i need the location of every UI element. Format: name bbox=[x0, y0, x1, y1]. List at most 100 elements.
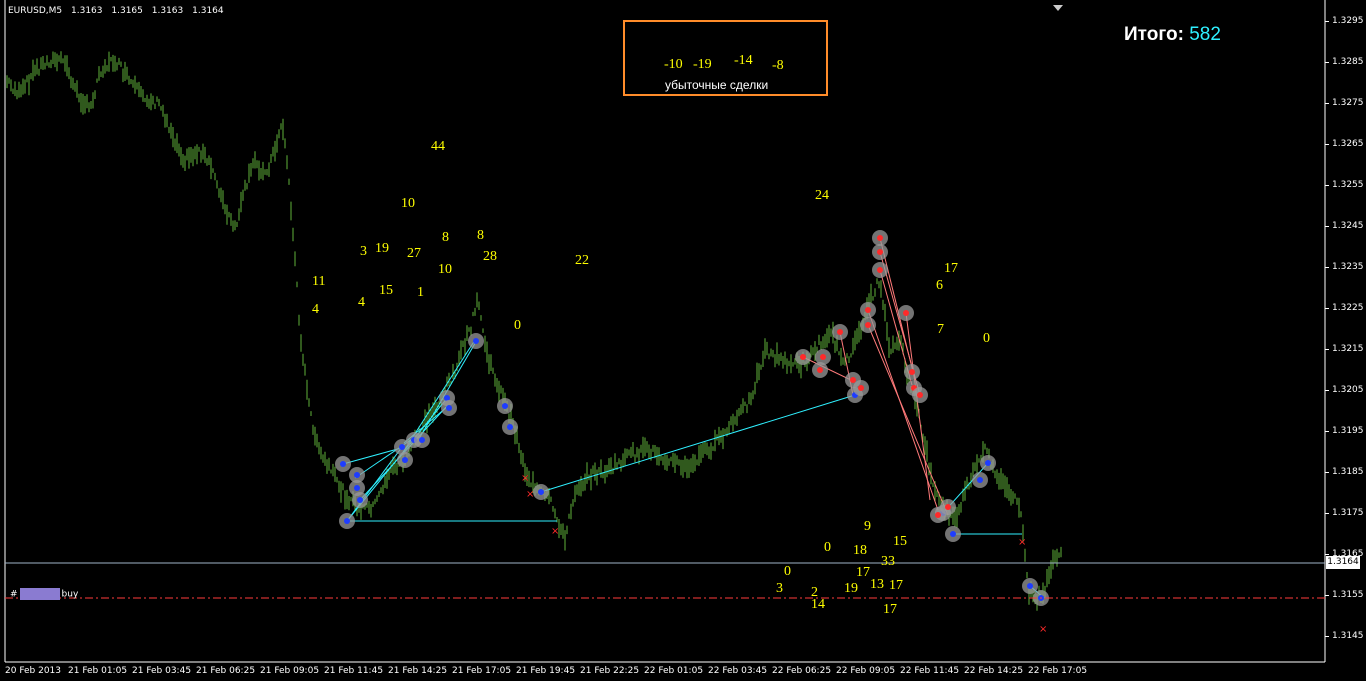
trade-marker-dot bbox=[507, 424, 513, 430]
price-tick-mark bbox=[1325, 636, 1329, 637]
trade-marker-dot bbox=[877, 249, 883, 255]
profit-label: 1 bbox=[417, 285, 424, 300]
profit-label: 22 bbox=[575, 253, 589, 268]
price-tick: 1.3175 bbox=[1332, 508, 1364, 518]
time-tick: 21 Feb 01:05 bbox=[68, 666, 128, 676]
trade-marker-dot bbox=[419, 437, 425, 443]
order-label[interactable]: # buy bbox=[10, 588, 78, 601]
time-tick: 21 Feb 14:25 bbox=[388, 666, 448, 676]
time-tick: 21 Feb 17:05 bbox=[452, 666, 512, 676]
profit-label: 11 bbox=[312, 274, 326, 289]
trade-marker-dot bbox=[865, 307, 871, 313]
profit-label: 0 bbox=[514, 318, 521, 333]
price-tick: 1.3235 bbox=[1332, 262, 1364, 272]
profit-label: 7 bbox=[937, 322, 944, 337]
price-tick: 1.3155 bbox=[1332, 590, 1364, 600]
trade-marker-dot bbox=[877, 235, 883, 241]
order-type: buy bbox=[61, 589, 79, 600]
time-tick: 21 Feb 19:45 bbox=[516, 666, 576, 676]
price-tick-mark bbox=[1325, 472, 1329, 473]
trade-marker-dot bbox=[1027, 583, 1033, 589]
loss-value-4: -8 bbox=[772, 58, 784, 73]
profit-label: 33 bbox=[881, 554, 895, 569]
trade-marker-dot bbox=[877, 267, 883, 273]
total-readout: Итого: 582 bbox=[1124, 24, 1221, 46]
price-tick-mark bbox=[1325, 144, 1329, 145]
open-price: 1.3163 bbox=[71, 6, 103, 16]
trade-marker-dot bbox=[354, 485, 360, 491]
close-mark-icon: × bbox=[1039, 624, 1047, 635]
price-tick: 1.3205 bbox=[1332, 385, 1364, 395]
trade-marker-dot bbox=[985, 460, 991, 466]
trade-marker-dot bbox=[837, 329, 843, 335]
trade-marker-dot bbox=[354, 472, 360, 478]
trade-marker-dot bbox=[402, 457, 408, 463]
trade-marker-dot bbox=[344, 518, 350, 524]
price-tick: 1.3265 bbox=[1332, 139, 1364, 149]
trade-marker-dot bbox=[357, 497, 363, 503]
trade-marker-dot bbox=[935, 512, 941, 518]
price-tick-mark bbox=[1325, 103, 1329, 104]
profit-label: 10 bbox=[438, 262, 452, 277]
trade-marker-dot bbox=[800, 354, 806, 360]
price-tick-mark bbox=[1325, 513, 1329, 514]
trade-marker-dot bbox=[858, 385, 864, 391]
profit-label: 0 bbox=[824, 540, 831, 555]
profit-label: 3 bbox=[360, 244, 367, 259]
trade-marker-dot bbox=[399, 444, 405, 450]
order-ticket-block bbox=[19, 588, 60, 600]
close-mark-icon: × bbox=[1018, 537, 1026, 548]
profit-label: 0 bbox=[784, 564, 791, 579]
profit-label: 19 bbox=[844, 581, 858, 596]
close-mark-icon: × bbox=[526, 489, 534, 500]
price-tick-mark bbox=[1325, 595, 1329, 596]
price-tick-mark bbox=[1325, 554, 1329, 555]
trade-marker-dot bbox=[945, 504, 951, 510]
time-tick: 21 Feb 06:25 bbox=[196, 666, 256, 676]
trade-marker-dot bbox=[502, 403, 508, 409]
profit-label: 4 bbox=[312, 302, 319, 317]
profit-label: 15 bbox=[893, 534, 907, 549]
price-tick-mark bbox=[1325, 431, 1329, 432]
profit-label: 19 bbox=[375, 241, 389, 256]
trade-marker-dot bbox=[865, 322, 871, 328]
trade-marker-dot bbox=[977, 477, 983, 483]
chart-shift-triangle-icon[interactable] bbox=[1053, 5, 1063, 11]
high-price: 1.3165 bbox=[111, 6, 143, 16]
price-tick: 1.3145 bbox=[1332, 631, 1364, 641]
price-tick-mark bbox=[1325, 390, 1329, 391]
loss-value-2: -19 bbox=[693, 57, 712, 72]
trade-marker-dot bbox=[950, 531, 956, 537]
price-tick-mark bbox=[1325, 308, 1329, 309]
losing-trades-label: убыточные сделки bbox=[665, 78, 769, 92]
current-price-box: 1.3164 bbox=[1326, 556, 1360, 569]
price-tick: 1.3295 bbox=[1332, 16, 1364, 26]
price-tick-mark bbox=[1325, 226, 1329, 227]
trade-marker-dot bbox=[850, 377, 856, 383]
time-tick: 22 Feb 03:45 bbox=[708, 666, 768, 676]
loss-value-3: -14 bbox=[734, 53, 753, 68]
profit-label: 15 bbox=[379, 283, 393, 298]
order-prefix: # bbox=[10, 589, 18, 600]
trade-marker-dot bbox=[473, 338, 479, 344]
profit-label: 17 bbox=[856, 565, 870, 580]
trade-marker-dot bbox=[903, 310, 909, 316]
losing-trades-box: -10 -19 -14 -8 убыточные сделки bbox=[623, 20, 828, 96]
close-mark-icon: × bbox=[521, 473, 529, 484]
profit-label: 10 bbox=[401, 196, 415, 211]
time-tick: 22 Feb 09:05 bbox=[836, 666, 896, 676]
profit-label: 14 bbox=[811, 597, 825, 612]
trade-marker-dot bbox=[917, 392, 923, 398]
price-chart[interactable]: × × × × × bbox=[0, 0, 1366, 681]
price-tick: 1.3255 bbox=[1332, 180, 1364, 190]
price-tick: 1.3285 bbox=[1332, 57, 1364, 67]
profit-label: 17 bbox=[889, 578, 903, 593]
price-tick-mark bbox=[1325, 267, 1329, 268]
close-mark-icon: × bbox=[551, 526, 559, 537]
profit-label: 3 bbox=[776, 581, 783, 596]
price-tick-mark bbox=[1325, 349, 1329, 350]
low-price: 1.3163 bbox=[151, 6, 184, 16]
time-tick: 20 Feb 2013 bbox=[5, 666, 62, 676]
price-tick-mark bbox=[1325, 21, 1329, 22]
profit-label: 8 bbox=[442, 230, 449, 245]
